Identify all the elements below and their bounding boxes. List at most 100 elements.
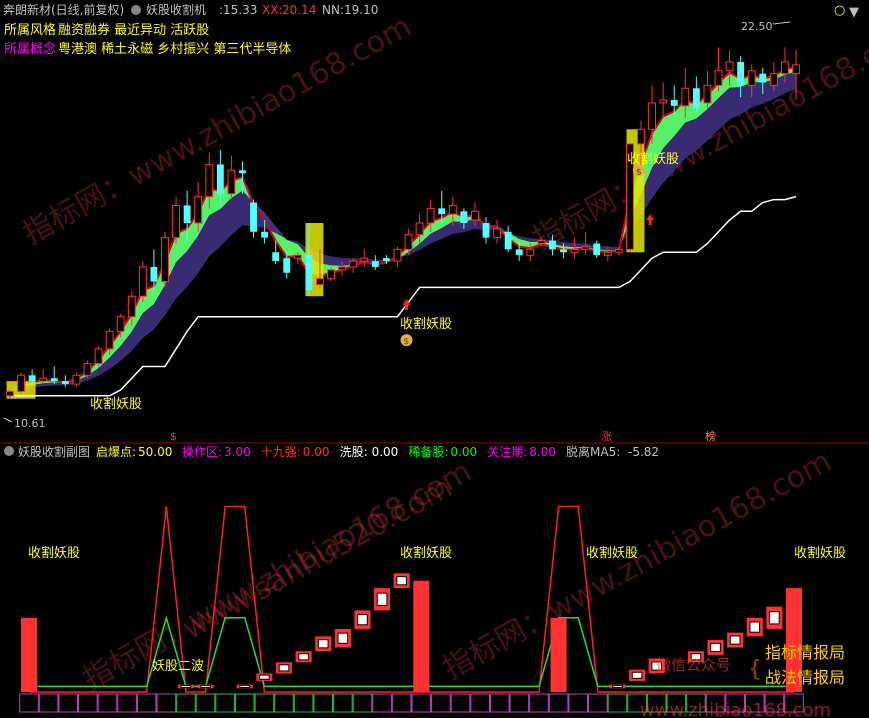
candle-body xyxy=(515,249,523,256)
sub-bar xyxy=(197,684,214,689)
candle-body xyxy=(759,73,767,83)
xx-label: XX: xyxy=(262,3,282,17)
sub-bar xyxy=(746,617,763,637)
candle-body xyxy=(239,170,246,174)
sub-signal-2: 收割妖股 xyxy=(400,545,452,561)
candle-body xyxy=(227,169,236,195)
expand-icon[interactable]: ▼ xyxy=(849,5,859,20)
chevron-down-icon[interactable] xyxy=(131,5,141,15)
sub-bar-core xyxy=(710,642,721,653)
style-label: 所属风格 xyxy=(4,22,56,38)
candle-body xyxy=(349,260,358,268)
sub-bar-core xyxy=(769,611,780,625)
candle-body xyxy=(448,204,457,215)
sub-bar xyxy=(727,632,744,648)
sub-bar-core xyxy=(631,671,643,679)
candle-body xyxy=(747,70,756,86)
sub-indicator-name[interactable]: 妖股收割副图 xyxy=(18,444,90,459)
candle-body xyxy=(526,248,535,256)
candle xyxy=(138,261,147,303)
candle-body xyxy=(581,245,590,250)
candle-body xyxy=(714,70,723,86)
sub-bar-core xyxy=(749,621,761,633)
indicator-name[interactable]: 妖股收割机 xyxy=(146,2,206,17)
candle-body xyxy=(670,100,678,106)
candle-body xyxy=(94,348,103,365)
sub-value-label: 洗股: xyxy=(340,445,368,459)
candle xyxy=(94,346,103,367)
marker-dollar: $ xyxy=(170,430,177,443)
candle-body xyxy=(150,266,158,282)
sub-value-label: 脱离MA5: xyxy=(566,444,620,459)
sub-bar xyxy=(256,673,273,681)
candle-body xyxy=(737,61,745,86)
sub-value-label: 操作区: xyxy=(182,444,222,459)
sub-signal-1: 收割妖股 xyxy=(28,545,80,561)
sub-bar-core xyxy=(376,592,388,606)
candle xyxy=(161,231,169,288)
sub-bar xyxy=(275,662,293,674)
sub-value-number: 3.00 xyxy=(224,445,251,459)
candle-body xyxy=(360,257,369,262)
chevron-down-icon[interactable] xyxy=(4,446,14,456)
sub-bar xyxy=(334,628,351,648)
sub-signal-3: 收割妖股 xyxy=(586,545,638,561)
concept-text: 粤港澳 稀土永磁 乡村振兴 第三代半导体 xyxy=(58,41,291,57)
candle-body xyxy=(415,222,424,236)
candle-body xyxy=(261,231,269,238)
candle-body xyxy=(659,99,668,104)
candle-body xyxy=(426,207,435,224)
sub-value-label: 十九强: xyxy=(261,445,301,459)
sub-bar-core xyxy=(396,576,408,586)
sub-bar xyxy=(315,636,332,652)
candle-body xyxy=(792,64,800,75)
signal-text-3: 收割妖股 xyxy=(627,151,679,167)
candle-body xyxy=(404,234,413,250)
candle-body xyxy=(17,374,26,392)
sub-bar-core xyxy=(239,684,251,688)
marker-bang: 榜 xyxy=(705,429,716,443)
sub-signal-4: 收割妖股 xyxy=(794,545,846,561)
candle-body xyxy=(692,88,700,109)
candle-body xyxy=(105,330,114,350)
candle-body xyxy=(393,248,402,262)
candle-body xyxy=(305,255,313,291)
candle-body xyxy=(116,316,125,332)
high-price-label: 22.50 xyxy=(741,20,773,33)
candle-body xyxy=(272,252,280,262)
sub-bar xyxy=(177,684,194,689)
sub-bar-core xyxy=(278,664,290,672)
low-price-label: 10.61 xyxy=(14,417,46,430)
sub-bar-core xyxy=(180,684,192,688)
indicator-value: :15.33 xyxy=(219,3,257,17)
sub-bar-core xyxy=(357,614,368,626)
sub-bar-body xyxy=(20,617,38,692)
candle-body xyxy=(371,261,379,267)
candle-body xyxy=(161,237,169,283)
sub-value-label: 稀备股: xyxy=(408,445,448,459)
sub-bar-core xyxy=(337,632,349,644)
sub-bar-core xyxy=(612,684,623,688)
sub-bar xyxy=(236,684,253,689)
candle-body xyxy=(570,248,579,253)
candle-body xyxy=(172,204,180,239)
promo-line-1: 指标情报局 xyxy=(765,643,845,662)
sub-bar xyxy=(20,617,38,692)
candle-body xyxy=(769,73,778,86)
concept-label: 所属概念 xyxy=(4,41,56,57)
sub-bar xyxy=(374,588,391,611)
candle-body xyxy=(127,295,136,318)
toggle-circle-icon[interactable]: ○ xyxy=(834,3,845,18)
candle-body xyxy=(83,363,92,376)
candle-body xyxy=(316,278,324,285)
candle-body xyxy=(504,231,512,250)
chart-canvas[interactable]: 指标网：www.zhibiao168.com 指标网：www.zhibiao16… xyxy=(0,0,869,718)
sub-value-number: 8.00 xyxy=(529,445,556,459)
sub-bar-core xyxy=(259,674,270,680)
candle-body xyxy=(61,381,69,385)
candle-body xyxy=(637,128,645,145)
candle-body xyxy=(283,258,291,273)
candle-body xyxy=(603,251,612,256)
candle-body xyxy=(549,240,556,250)
candle-body xyxy=(593,243,601,256)
